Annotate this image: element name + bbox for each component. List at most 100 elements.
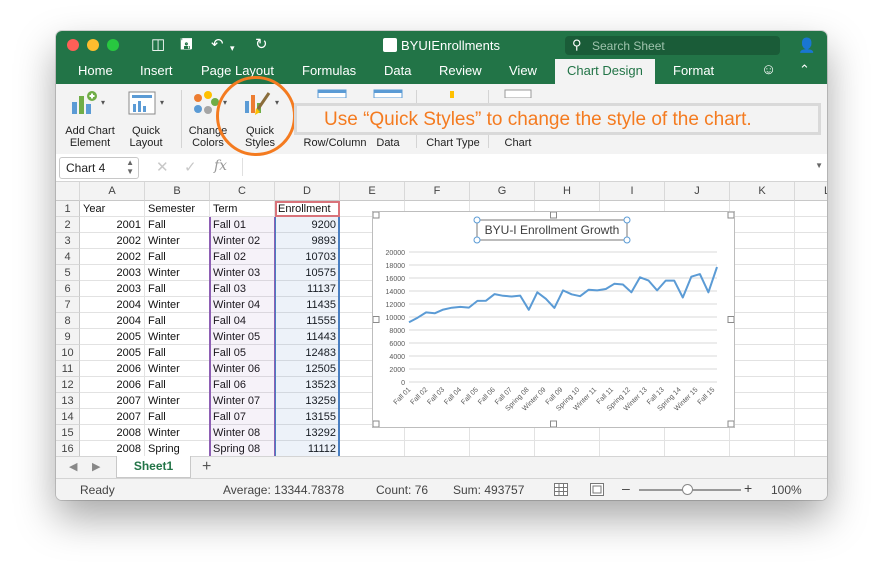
row-header[interactable]: 15	[56, 425, 80, 441]
table-cell[interactable]: Fall	[145, 313, 210, 329]
quick-layout-button[interactable]: ▾ Quick Layout	[122, 88, 174, 152]
table-cell[interactable]: Fall	[145, 409, 210, 425]
table-cell[interactable]: Fall	[145, 249, 210, 265]
empty-cell[interactable]	[730, 297, 795, 313]
sheet-tab-sheet1[interactable]: Sheet1	[116, 456, 191, 478]
table-cell[interactable]: 2008	[80, 441, 145, 456]
empty-cell[interactable]	[795, 329, 827, 345]
column-header[interactable]: I	[600, 182, 665, 201]
empty-cell[interactable]	[730, 233, 795, 249]
table-cell[interactable]: 2001	[80, 217, 145, 233]
empty-cell[interactable]	[795, 393, 827, 409]
empty-cell[interactable]	[795, 297, 827, 313]
empty-cell[interactable]	[730, 409, 795, 425]
empty-cell[interactable]	[795, 409, 827, 425]
insert-function-icon[interactable]: fx	[214, 158, 227, 174]
search-sheet-box[interactable]: ⚲ Search Sheet	[565, 36, 780, 55]
table-cell[interactable]: 2008	[80, 425, 145, 441]
empty-cell[interactable]	[730, 377, 795, 393]
column-header[interactable]: J	[665, 182, 730, 201]
row-header[interactable]: 14	[56, 409, 80, 425]
add-chart-element-button[interactable]: ▾ Add Chart Element	[62, 88, 118, 152]
tab-insert[interactable]: Insert	[140, 63, 173, 78]
row-header[interactable]: 8	[56, 313, 80, 329]
table-cell[interactable]: Fall	[145, 217, 210, 233]
empty-cell[interactable]	[795, 377, 827, 393]
table-cell[interactable]: 2002	[80, 233, 145, 249]
column-header[interactable]: A	[80, 182, 145, 201]
close-window-button[interactable]	[67, 39, 79, 51]
column-header[interactable]: L	[795, 182, 827, 201]
empty-cell[interactable]	[730, 393, 795, 409]
cancel-icon[interactable]: ✕	[156, 158, 169, 176]
row-header[interactable]: 7	[56, 297, 80, 313]
empty-cell[interactable]	[795, 201, 827, 217]
empty-cell[interactable]	[470, 441, 535, 456]
tab-home[interactable]: Home	[78, 63, 113, 78]
table-cell[interactable]: Winter	[145, 233, 210, 249]
table-cell[interactable]: 2005	[80, 329, 145, 345]
empty-cell[interactable]	[795, 361, 827, 377]
tab-chart-design[interactable]: Chart Design	[555, 59, 655, 84]
empty-cell[interactable]	[795, 233, 827, 249]
table-cell[interactable]: Winter	[145, 297, 210, 313]
empty-cell[interactable]	[730, 361, 795, 377]
add-sheet-icon[interactable]: +	[202, 458, 211, 476]
previous-sheet-icon[interactable]: ◀	[69, 460, 77, 473]
row-header[interactable]: 9	[56, 329, 80, 345]
column-header[interactable]: H	[535, 182, 600, 201]
empty-cell[interactable]	[730, 329, 795, 345]
name-box-stepper-icon[interactable]: ▲ ▼	[126, 158, 134, 176]
undo-icon[interactable]: ↶	[211, 36, 224, 54]
empty-cell[interactable]	[665, 441, 730, 456]
share-user-icon[interactable]: 👤	[798, 36, 815, 54]
row-header[interactable]: 3	[56, 233, 80, 249]
empty-cell[interactable]	[730, 265, 795, 281]
empty-cell[interactable]	[795, 441, 827, 456]
column-header[interactable]: F	[405, 182, 470, 201]
empty-cell[interactable]	[795, 217, 827, 233]
table-cell[interactable]: Winter	[145, 361, 210, 377]
table-cell[interactable]: 2002	[80, 249, 145, 265]
smiley-feedback-icon[interactable]: ☺	[761, 61, 776, 78]
tab-data[interactable]: Data	[384, 63, 411, 78]
row-header[interactable]: 11	[56, 361, 80, 377]
empty-cell[interactable]	[730, 201, 795, 217]
row-header[interactable]: 10	[56, 345, 80, 361]
column-header[interactable]: B	[145, 182, 210, 201]
enter-check-icon[interactable]: ✓	[184, 158, 197, 176]
minimize-window-button[interactable]	[87, 39, 99, 51]
table-cell[interactable]: Fall	[145, 345, 210, 361]
header-cell[interactable]: Term	[210, 201, 275, 217]
empty-cell[interactable]	[795, 313, 827, 329]
column-header[interactable]: C	[210, 182, 275, 201]
header-cell[interactable]: Semester	[145, 201, 210, 217]
table-cell[interactable]: 2003	[80, 281, 145, 297]
header-cell[interactable]: Year	[80, 201, 145, 217]
tab-review[interactable]: Review	[439, 63, 482, 78]
row-header[interactable]: 5	[56, 265, 80, 281]
empty-cell[interactable]	[795, 425, 827, 441]
table-cell[interactable]: 2003	[80, 265, 145, 281]
chart-object[interactable]: 0 2000 4000 6000 8000 10000 12000 14000 16000 180…	[372, 211, 735, 428]
row-header[interactable]: 6	[56, 281, 80, 297]
formula-input[interactable]	[242, 158, 818, 176]
empty-cell[interactable]	[795, 249, 827, 265]
column-header[interactable]: K	[730, 182, 795, 201]
empty-cell[interactable]	[730, 281, 795, 297]
tab-formulas[interactable]: Formulas	[302, 63, 356, 78]
page-layout-view-icon[interactable]	[590, 483, 604, 496]
row-header[interactable]: 4	[56, 249, 80, 265]
row-header[interactable]: 13	[56, 393, 80, 409]
empty-cell[interactable]	[730, 441, 795, 456]
sidebar-toggle-icon[interactable]: ◫	[151, 36, 165, 54]
empty-cell[interactable]	[795, 281, 827, 297]
table-cell[interactable]: Winter	[145, 393, 210, 409]
normal-view-icon[interactable]	[554, 483, 568, 496]
row-header[interactable]: 1	[56, 201, 80, 217]
table-cell[interactable]: 2004	[80, 297, 145, 313]
expand-formula-icon[interactable]: ▼	[815, 161, 823, 170]
redo-icon[interactable]: ↻	[255, 36, 268, 54]
column-header[interactable]: E	[340, 182, 405, 201]
table-cell[interactable]: Fall	[145, 281, 210, 297]
